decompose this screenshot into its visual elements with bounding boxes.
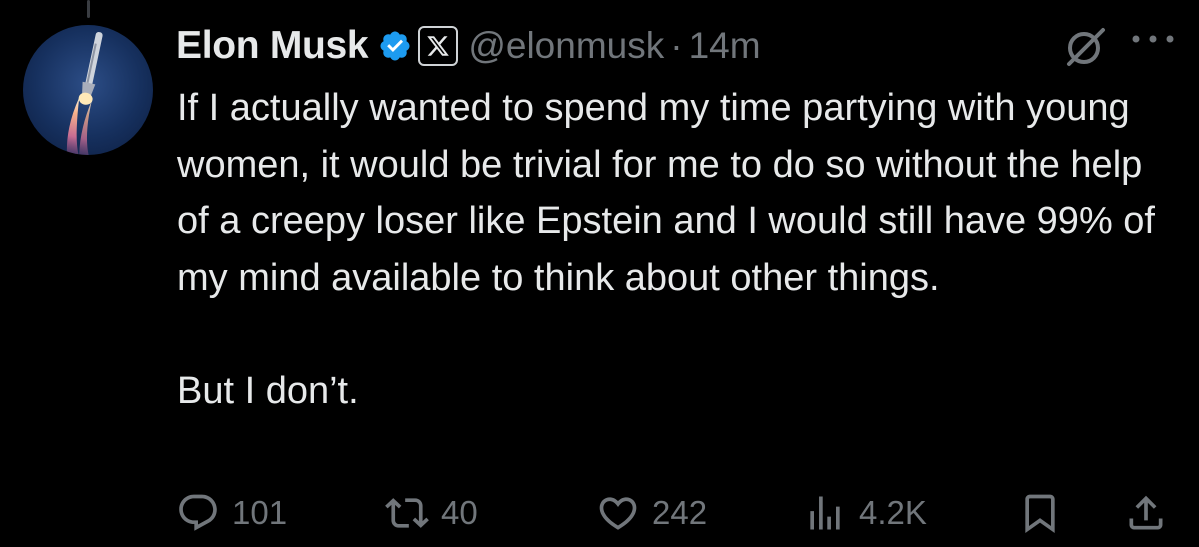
views-icon <box>810 496 840 530</box>
like-button[interactable]: 242 <box>596 488 707 538</box>
like-count: 242 <box>652 494 708 531</box>
bookmark-icon <box>1025 494 1055 534</box>
rocket-avatar-image <box>66 32 103 155</box>
grok-icon[interactable] <box>1062 24 1108 70</box>
author-handle[interactable]: @elonmusk <box>468 25 664 67</box>
tweet-text: If I actually wanted to spend my time pa… <box>177 87 1155 412</box>
separator-dot: · <box>670 25 683 66</box>
share-button[interactable] <box>1124 488 1168 538</box>
more-icon[interactable] <box>1130 31 1176 47</box>
avatar[interactable] <box>23 25 153 155</box>
author-name[interactable]: Elon Musk <box>176 24 369 68</box>
x-logo-icon[interactable] <box>418 26 459 66</box>
action-bar: 101 40 242 4.2K <box>0 488 1199 538</box>
tweet-header: Elon Musk @elonmusk · 14m <box>176 18 761 74</box>
repost-button[interactable]: 40 <box>385 488 478 538</box>
tweet-timestamp[interactable]: 14m <box>689 25 761 67</box>
verified-badge-icon[interactable] <box>378 29 412 63</box>
heart-icon <box>599 497 637 530</box>
thread-connector-line <box>87 0 90 18</box>
reply-count: 101 <box>232 494 288 531</box>
bookmark-button[interactable] <box>1018 488 1062 538</box>
reply-button[interactable]: 101 <box>176 488 287 538</box>
views-count: 4.2K <box>859 494 927 531</box>
reply-icon <box>179 494 217 531</box>
views-button[interactable]: 4.2K <box>803 488 927 538</box>
repost-count: 40 <box>441 494 478 531</box>
repost-icon <box>385 498 429 528</box>
share-icon <box>1129 495 1163 530</box>
